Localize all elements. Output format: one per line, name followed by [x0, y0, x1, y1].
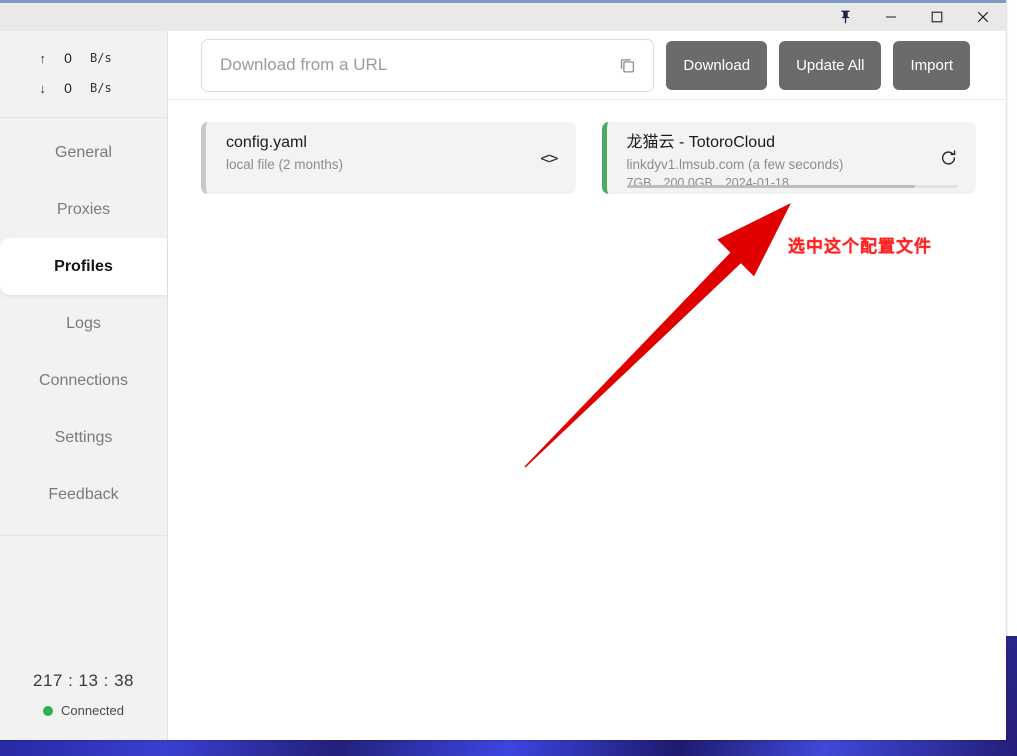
sidebar-nav: General Proxies Profiles Logs Connection…	[0, 118, 167, 523]
app-window: ↑ 0 B/s ↓ 0 B/s General Proxies Profiles…	[0, 0, 1006, 740]
sidebar-status: 217 : 13 : 38 Connected	[0, 661, 167, 740]
download-speed-value: 0	[46, 80, 90, 96]
sidebar-item-settings[interactable]: Settings	[0, 409, 167, 466]
code-icon[interactable]: <>	[540, 149, 557, 168]
sidebar: ↑ 0 B/s ↓ 0 B/s General Proxies Profiles…	[0, 31, 168, 740]
annotation-arrow-icon	[508, 181, 808, 481]
sidebar-item-label: Profiles	[54, 258, 113, 276]
title-bar[interactable]	[0, 0, 1006, 31]
url-input-wrapper[interactable]	[201, 39, 654, 92]
annotation-note: 选中这个配置文件	[788, 232, 932, 257]
sidebar-item-connections[interactable]: Connections	[0, 352, 167, 409]
profile-card-config-yaml[interactable]: config.yaml local file (2 months) <>	[201, 122, 576, 194]
minimize-icon[interactable]	[868, 3, 914, 31]
uptime-value: 217 : 13 : 38	[0, 671, 167, 691]
connection-status-label: Connected	[61, 703, 124, 718]
sidebar-item-general[interactable]: General	[0, 124, 167, 181]
speed-indicators: ↑ 0 B/s ↓ 0 B/s	[0, 31, 167, 118]
sidebar-item-label: Settings	[55, 429, 113, 447]
profile-subtitle: local file (2 months)	[226, 156, 576, 174]
update-all-button[interactable]: Update All	[779, 41, 881, 90]
sidebar-item-label: General	[55, 144, 112, 162]
sidebar-item-profiles[interactable]: Profiles	[0, 238, 167, 295]
profile-subtitle: linkdyv1.lmsub.com (a few seconds)	[627, 156, 977, 174]
download-speed-unit: B/s	[90, 81, 167, 95]
upload-arrow-icon: ↑	[0, 51, 46, 66]
download-speed-row: ↓ 0 B/s	[0, 73, 167, 103]
url-input[interactable]	[220, 55, 616, 75]
upload-speed-value: 0	[46, 50, 90, 66]
copy-icon[interactable]	[616, 54, 639, 77]
sidebar-item-logs[interactable]: Logs	[0, 295, 167, 352]
sidebar-item-feedback[interactable]: Feedback	[0, 466, 167, 523]
maximize-icon[interactable]	[914, 3, 960, 31]
refresh-icon[interactable]	[939, 149, 958, 168]
close-icon[interactable]	[960, 3, 1006, 31]
sidebar-item-label: Connections	[39, 372, 128, 390]
download-button[interactable]: Download	[666, 41, 767, 90]
sidebar-item-proxies[interactable]: Proxies	[0, 181, 167, 238]
pin-icon[interactable]	[822, 3, 868, 31]
upload-speed-unit: B/s	[90, 51, 167, 65]
sidebar-item-label: Proxies	[57, 201, 110, 219]
profile-progress-bar	[627, 185, 959, 188]
download-arrow-icon: ↓	[0, 81, 46, 96]
sidebar-item-label: Feedback	[48, 486, 118, 504]
sidebar-item-label: Logs	[66, 315, 101, 333]
profile-card-totorocloud[interactable]: 龙猫云 - TotoroCloud linkdyv1.lmsub.com (a …	[602, 122, 977, 194]
connection-status: Connected	[0, 703, 167, 718]
main-content: Download Update All Import config.yaml l…	[168, 31, 1006, 740]
profile-card-list: config.yaml local file (2 months) <> 龙猫云…	[168, 100, 1006, 194]
sidebar-divider	[0, 535, 167, 661]
import-button[interactable]: Import	[893, 41, 970, 90]
toolbar: Download Update All Import	[168, 31, 1006, 100]
profile-title: config.yaml	[226, 133, 576, 153]
profile-title: 龙猫云 - TotoroCloud	[627, 133, 977, 153]
upload-speed-row: ↑ 0 B/s	[0, 43, 167, 73]
status-dot-icon	[43, 706, 53, 716]
